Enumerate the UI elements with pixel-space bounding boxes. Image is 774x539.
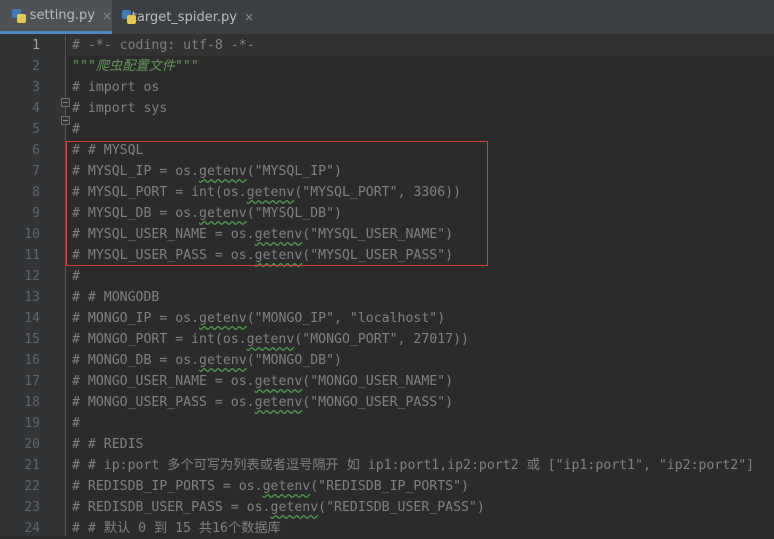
code-line[interactable]: # <box>72 413 80 434</box>
spellcheck-underline: getenv <box>199 206 247 221</box>
line-number: 11 <box>24 248 40 263</box>
code-line[interactable]: # MONGO_USER_PASS = os.getenv("MONGO_USE… <box>72 392 453 413</box>
line-number: 17 <box>24 374 40 389</box>
line-number: 23 <box>24 500 40 515</box>
close-icon[interactable]: × <box>244 10 254 24</box>
line-number: 2 <box>32 59 40 74</box>
line-number: 1 <box>32 38 40 53</box>
code-line[interactable]: # -*- coding: utf-8 -*- <box>72 35 255 56</box>
code-line[interactable]: # REDISDB_USER_PASS = os.getenv("REDISDB… <box>72 497 485 518</box>
code-line[interactable]: # # MONGODB <box>72 287 159 308</box>
code-line[interactable]: # import os <box>72 77 159 98</box>
line-number: 15 <box>24 332 40 347</box>
spellcheck-underline: getenv <box>199 311 247 326</box>
code-line[interactable]: # MONGO_USER_NAME = os.getenv("MONGO_USE… <box>72 371 453 392</box>
code-line[interactable]: # MYSQL_PORT = int(os.getenv("MYSQL_PORT… <box>72 182 461 203</box>
code-line[interactable]: # REDISDB_IP_PORTS = os.getenv("REDISDB_… <box>72 476 469 497</box>
fold-marker-icon[interactable] <box>61 97 70 107</box>
line-number: 19 <box>24 416 40 431</box>
code-line[interactable]: # # REDIS <box>72 434 143 455</box>
spellcheck-underline: getenv <box>199 164 247 179</box>
code-line[interactable]: # MONGO_DB = os.getenv("MONGO_DB") <box>72 350 342 371</box>
line-number: 22 <box>24 479 40 494</box>
code-editor[interactable]: # -*- coding: utf-8 -*- """爬虫配置文件""" # imp… <box>67 35 774 536</box>
python-file-icon <box>12 8 26 23</box>
spellcheck-underline: getenv <box>254 248 303 263</box>
line-number: 9 <box>32 206 40 221</box>
spellcheck-underline: getenv <box>254 374 303 389</box>
line-number: 18 <box>24 395 40 410</box>
tab-setting-py[interactable]: setting.py × <box>0 0 112 34</box>
line-number: 3 <box>32 80 40 95</box>
tab-label: target_spider.py <box>131 9 237 25</box>
line-number: 10 <box>24 227 40 242</box>
line-number: 13 <box>24 290 40 305</box>
code-line[interactable]: """爬虫配置文件""" <box>72 56 199 77</box>
code-line[interactable]: # MYSQL_USER_NAME = os.getenv("MYSQL_USE… <box>72 224 453 245</box>
code-line[interactable]: # MONGO_IP = os.getenv("MONGO_IP", "loca… <box>72 308 445 329</box>
code-line[interactable]: # MYSQL_IP = os.getenv("MYSQL_IP") <box>72 161 342 182</box>
code-line[interactable]: # # ip:port 多个可写为列表或者逗号隔开 如 ip1:port1,ip… <box>72 455 754 476</box>
spellcheck-underline: getenv <box>270 500 319 515</box>
line-number: 4 <box>32 101 40 116</box>
line-number: 5 <box>32 122 40 137</box>
code-line[interactable]: # <box>72 266 80 287</box>
code-line[interactable]: # MONGO_PORT = int(os.getenv("MONGO_PORT… <box>72 329 469 350</box>
spellcheck-underline: getenv <box>262 479 311 494</box>
line-number: 8 <box>32 185 40 200</box>
line-number: 20 <box>24 437 40 452</box>
line-number: 12 <box>24 269 40 284</box>
spellcheck-underline: getenv <box>199 353 247 368</box>
line-number: 16 <box>24 353 40 368</box>
spellcheck-underline: getenv <box>254 395 303 410</box>
line-number-gutter[interactable]: 1 2 3 4 5 6 7 8 9 10 11 12 13 14 15 16 17 18 19 20 21 22 23 24 <box>0 35 66 536</box>
line-number: 6 <box>32 143 40 158</box>
editor-tab-bar: setting.py × target_spider.py × <box>0 0 774 35</box>
spellcheck-underline: getenv <box>254 227 303 242</box>
code-line[interactable]: # import sys <box>72 98 167 119</box>
line-number: 7 <box>32 164 40 179</box>
line-number: 14 <box>24 311 40 326</box>
code-line[interactable]: # # 默认 0 到 15 共16个数据库 <box>72 518 281 536</box>
tab-target-spider-py[interactable]: target_spider.py × <box>114 0 254 34</box>
fold-marker-icon[interactable] <box>61 115 70 125</box>
code-line[interactable]: # <box>72 119 80 140</box>
line-number: 21 <box>24 458 40 473</box>
spellcheck-underline: getenv <box>246 332 295 347</box>
python-file-icon <box>122 10 136 24</box>
tab-label: setting.py <box>29 8 95 23</box>
code-line[interactable]: # # MYSQL <box>72 140 143 161</box>
code-line[interactable]: # MYSQL_USER_PASS = os.getenv("MYSQL_USE… <box>72 245 453 266</box>
code-line[interactable]: # MYSQL_DB = os.getenv("MYSQL_DB") <box>72 203 342 224</box>
spellcheck-underline: getenv <box>246 185 295 200</box>
close-icon[interactable]: × <box>102 9 112 23</box>
